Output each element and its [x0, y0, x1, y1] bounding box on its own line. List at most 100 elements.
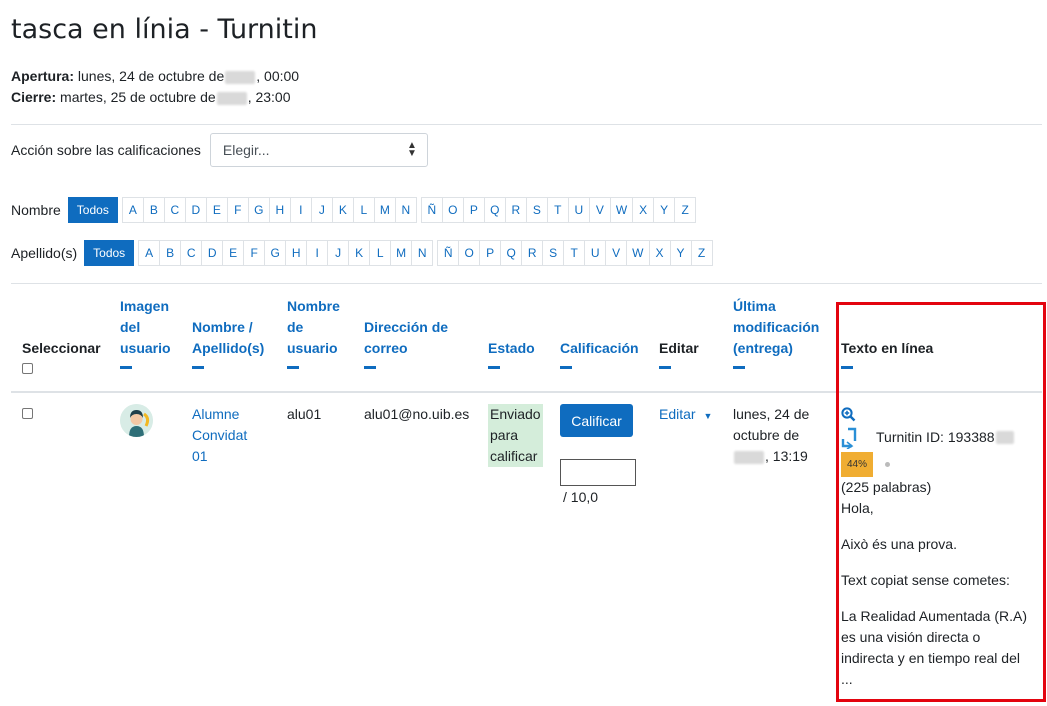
edit-menu-button[interactable]: Editar ▼: [659, 404, 712, 427]
filter-letter-1[interactable]: B: [142, 197, 165, 223]
filter-letter-5[interactable]: F: [243, 240, 266, 266]
filter-letter-25[interactable]: Y: [669, 240, 692, 266]
filter-letter-6[interactable]: G: [264, 240, 287, 266]
filter-all-button[interactable]: Todos: [84, 240, 135, 266]
filter-letter-2[interactable]: C: [180, 240, 203, 266]
status-badge: Enviado para calificar: [488, 404, 543, 467]
header-line: Estado: [488, 340, 535, 356]
filter-letter-7[interactable]: H: [268, 197, 291, 223]
grading-action-row: Acción sobre las calificaciones Elegir..…: [11, 133, 428, 167]
header-status[interactable]: Estado: [488, 338, 535, 369]
filter-letter-26[interactable]: Z: [690, 240, 713, 266]
header-line: Apellido(s): [192, 340, 265, 356]
header-line: de: [287, 319, 304, 335]
header-line: Nombre /: [192, 319, 253, 335]
filter-letter-3[interactable]: D: [184, 197, 207, 223]
filter-letter-20[interactable]: T: [563, 240, 586, 266]
collapse-column-icon[interactable]: [120, 366, 132, 369]
header-name[interactable]: Nombre / Apellido(s): [192, 317, 264, 369]
header-email[interactable]: Dirección de correo: [364, 317, 448, 369]
filter-letter-19[interactable]: S: [542, 240, 565, 266]
filter-letter-11[interactable]: L: [352, 197, 375, 223]
redacted-year: [225, 70, 256, 84]
filter-letter-17[interactable]: Q: [483, 197, 506, 223]
filter-letter-3[interactable]: D: [201, 240, 224, 266]
filter-letter-8[interactable]: I: [289, 197, 312, 223]
filter-letter-13[interactable]: N: [411, 240, 434, 266]
grading-action-select[interactable]: Elegir... ▲ ▼: [209, 133, 428, 167]
filter-letter-9[interactable]: J: [327, 240, 350, 266]
filter-letter-15[interactable]: O: [441, 197, 464, 223]
filter-letter-0[interactable]: A: [121, 197, 144, 223]
user-avatar-icon: [120, 404, 153, 437]
filter-letter-24[interactable]: X: [632, 197, 655, 223]
filter-letter-16[interactable]: P: [462, 197, 485, 223]
filter-letter-15[interactable]: O: [458, 240, 481, 266]
header-grade[interactable]: Calificación: [560, 338, 639, 369]
filter-letter-17[interactable]: Q: [500, 240, 523, 266]
first-name-filter: Nombre Todos ABCDEFGHIJKLMNÑOPQRSTUVWXYZ: [11, 197, 697, 223]
filter-letter-25[interactable]: Y: [653, 197, 676, 223]
filter-letter-23[interactable]: W: [626, 240, 650, 266]
filter-letter-24[interactable]: X: [648, 240, 671, 266]
filter-letter-12[interactable]: M: [390, 240, 413, 266]
header-select: Seleccionar: [22, 338, 101, 380]
filter-letter-12[interactable]: M: [373, 197, 396, 223]
closing-label: Cierre:: [11, 89, 57, 105]
header-username[interactable]: Nombre de usuario: [287, 296, 340, 369]
filter-letter-22[interactable]: V: [588, 197, 611, 223]
collapse-column-icon[interactable]: [560, 366, 572, 369]
filter-letter-20[interactable]: T: [546, 197, 569, 223]
select-all-checkbox[interactable]: [22, 363, 33, 374]
filter-letter-1[interactable]: B: [159, 240, 182, 266]
filter-letter-13[interactable]: N: [394, 197, 417, 223]
collapse-column-icon[interactable]: [192, 366, 204, 369]
header-line: correo: [364, 340, 408, 356]
filter-letter-5[interactable]: F: [226, 197, 249, 223]
filter-letter-11[interactable]: L: [369, 240, 392, 266]
row-select-checkbox[interactable]: [22, 408, 33, 419]
filter-letter-8[interactable]: I: [306, 240, 329, 266]
filter-letter-16[interactable]: P: [479, 240, 502, 266]
filter-letter-21[interactable]: U: [567, 197, 590, 223]
header-line: usuario: [287, 340, 338, 356]
student-name-link[interactable]: Alumne Convidat 01: [192, 404, 247, 467]
header-modified[interactable]: Última modificación (entrega): [733, 296, 819, 369]
filter-letter-19[interactable]: S: [525, 197, 548, 223]
header-image[interactable]: Imagen del usuario: [120, 296, 171, 369]
filter-letter-18[interactable]: R: [521, 240, 544, 266]
collapse-column-icon[interactable]: [364, 366, 376, 369]
filter-letter-21[interactable]: U: [584, 240, 607, 266]
filter-all-button[interactable]: Todos: [67, 197, 118, 223]
filter-letter-18[interactable]: R: [504, 197, 527, 223]
filter-letter-26[interactable]: Z: [674, 197, 697, 223]
filter-letter-4[interactable]: E: [222, 240, 245, 266]
grade-input[interactable]: [560, 459, 636, 486]
filter-letter-2[interactable]: C: [163, 197, 186, 223]
avatar: [120, 404, 153, 437]
filter-letter-14[interactable]: Ñ: [437, 240, 460, 266]
filter-letter-14[interactable]: Ñ: [420, 197, 443, 223]
filter-letter-10[interactable]: K: [331, 197, 354, 223]
collapse-column-icon[interactable]: [287, 366, 299, 369]
header-line: (entrega): [733, 340, 793, 356]
filter-letter-7[interactable]: H: [285, 240, 308, 266]
filter-letter-22[interactable]: V: [605, 240, 628, 266]
closing-time: , 23:00: [247, 89, 291, 105]
collapse-column-icon[interactable]: [659, 366, 671, 369]
filter-letter-4[interactable]: E: [205, 197, 228, 223]
name-line: Alumne: [192, 406, 240, 422]
filter-letter-10[interactable]: K: [348, 240, 371, 266]
filter-letter-0[interactable]: A: [138, 240, 161, 266]
grading-action-label: Acción sobre las calificaciones: [11, 142, 201, 158]
grade-button[interactable]: Calificar: [560, 404, 633, 437]
filter-letter-9[interactable]: J: [310, 197, 333, 223]
header-select-label: Seleccionar: [22, 340, 101, 356]
filter-letter-23[interactable]: W: [609, 197, 634, 223]
filter-letter-6[interactable]: G: [247, 197, 270, 223]
redacted-year: [734, 450, 764, 464]
header-line: Calificación: [560, 340, 639, 356]
collapse-column-icon[interactable]: [733, 366, 745, 369]
name-line: Convidat: [192, 427, 248, 443]
collapse-column-icon[interactable]: [488, 366, 500, 369]
